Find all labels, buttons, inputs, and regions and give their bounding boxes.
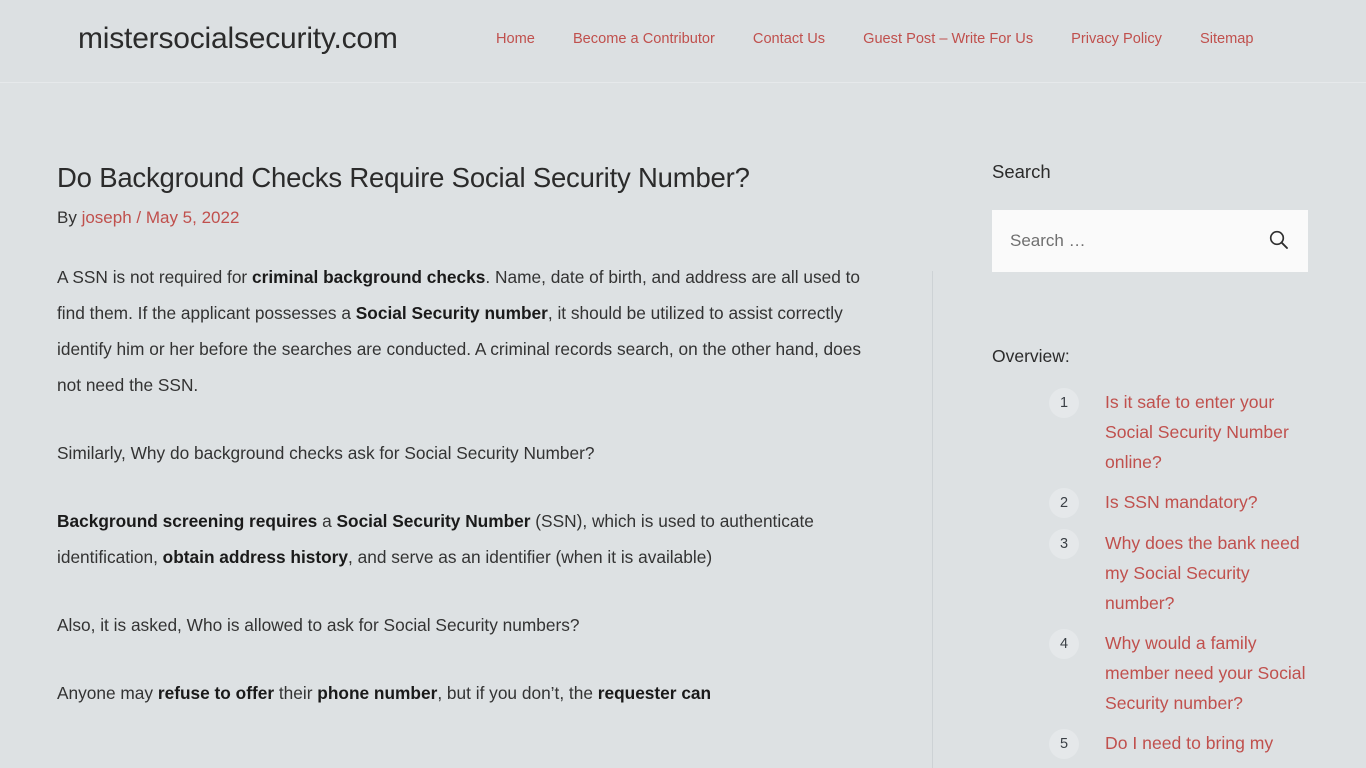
p5-bold-a: refuse to offer [157, 682, 275, 703]
nav-item-contact-us[interactable]: Contact Us [753, 31, 825, 47]
nav-item-guest-post[interactable]: Guest Post – Write For Us [863, 31, 1033, 47]
list-item: 5 Do I need to bring my [992, 728, 1310, 760]
list-item: 2 Is SSN mandatory? [992, 487, 1310, 519]
author-link[interactable]: joseph [82, 208, 132, 227]
article-paragraph-1: A SSN is not required for criminal backg… [57, 259, 867, 403]
site-title[interactable]: mistersocialsecurity.com [78, 22, 398, 56]
toc-number-badge: 3 [1049, 529, 1079, 560]
toc-number-badge: 2 [1049, 488, 1079, 519]
p5-bold-c: requester can [597, 682, 712, 703]
byline-separator: / [131, 208, 146, 228]
p5-bold-b: phone number [317, 682, 438, 703]
p1-bold-b: Social Security number [355, 302, 548, 323]
search-icon [1268, 229, 1289, 253]
search-form [992, 210, 1308, 273]
toc-link[interactable]: Is it safe to enter your Social Security… [1105, 387, 1309, 477]
toc-number-badge: 1 [1049, 388, 1079, 419]
site-header: mistersocialsecurity.com Home Become a C… [0, 0, 1366, 83]
article-column: Do Background Checks Require Social Secu… [57, 161, 867, 711]
list-item: 4 Why would a family member need your So… [992, 628, 1310, 718]
nav-item-home[interactable]: Home [496, 31, 535, 47]
page-body: Do Background Checks Require Social Secu… [0, 83, 1366, 768]
p5-text-b: their [274, 682, 318, 703]
nav-item-privacy-policy[interactable]: Privacy Policy [1071, 31, 1162, 47]
overview-heading: Overview: [992, 346, 1070, 367]
list-item: 1 Is it safe to enter your Social Securi… [992, 387, 1310, 477]
p3-text-a: a [317, 510, 337, 531]
nav-item-become-a-contributor[interactable]: Become a Contributor [573, 31, 715, 47]
nav-item-sitemap[interactable]: Sitemap [1200, 31, 1254, 47]
p1-text-a: A SSN is not required for [57, 266, 252, 287]
article-paragraph-3: Background screening requires a Social S… [57, 503, 867, 575]
column-divider [932, 271, 933, 768]
p3-bold-a: Background screening requires [57, 510, 318, 531]
search-submit-button[interactable] [1262, 225, 1294, 257]
search-input[interactable] [1010, 211, 1265, 272]
article-body: A SSN is not required for criminal backg… [57, 259, 867, 711]
toc-number-badge: 5 [1049, 729, 1079, 760]
p3-bold-b: Social Security Number [336, 510, 531, 531]
p1-bold-a: criminal background checks [252, 266, 486, 287]
sidebar: Search Overview: 1 Is it safe to enter y… [992, 161, 1310, 768]
primary-navigation: Home Become a Contributor Contact Us Gue… [496, 31, 1254, 47]
article-paragraph-2: Similarly, Why do background checks ask … [57, 442, 595, 463]
toc-number-badge: 4 [1049, 629, 1079, 660]
overview-list: 1 Is it safe to enter your Social Securi… [992, 387, 1310, 760]
p3-text-c: , and serve as an identifier (when it is… [348, 546, 713, 567]
article-paragraph-5: Anyone may refuse to offer their phone n… [57, 675, 867, 711]
byline-prefix: By [57, 208, 82, 228]
toc-link[interactable]: Why would a family member need your Soci… [1105, 628, 1309, 718]
search-widget-title: Search [992, 161, 1051, 182]
p5-text-c: , but if you don’t, the [437, 682, 598, 703]
p5-text-a: Anyone may [57, 682, 158, 703]
list-item: 3 Why does the bank need my Social Secur… [992, 528, 1310, 618]
article-byline: By joseph / May 5, 2022 [57, 208, 867, 228]
toc-link[interactable]: Do I need to bring my [1105, 728, 1273, 758]
publish-date: May 5, 2022 [145, 208, 240, 228]
p3-bold-c: obtain address history [162, 546, 349, 567]
article-paragraph-4: Also, it is asked, Who is allowed to ask… [57, 614, 580, 635]
toc-link[interactable]: Is SSN mandatory? [1105, 487, 1258, 517]
page-title: Do Background Checks Require Social Secu… [57, 162, 750, 193]
toc-link[interactable]: Why does the bank need my Social Securit… [1105, 528, 1309, 618]
